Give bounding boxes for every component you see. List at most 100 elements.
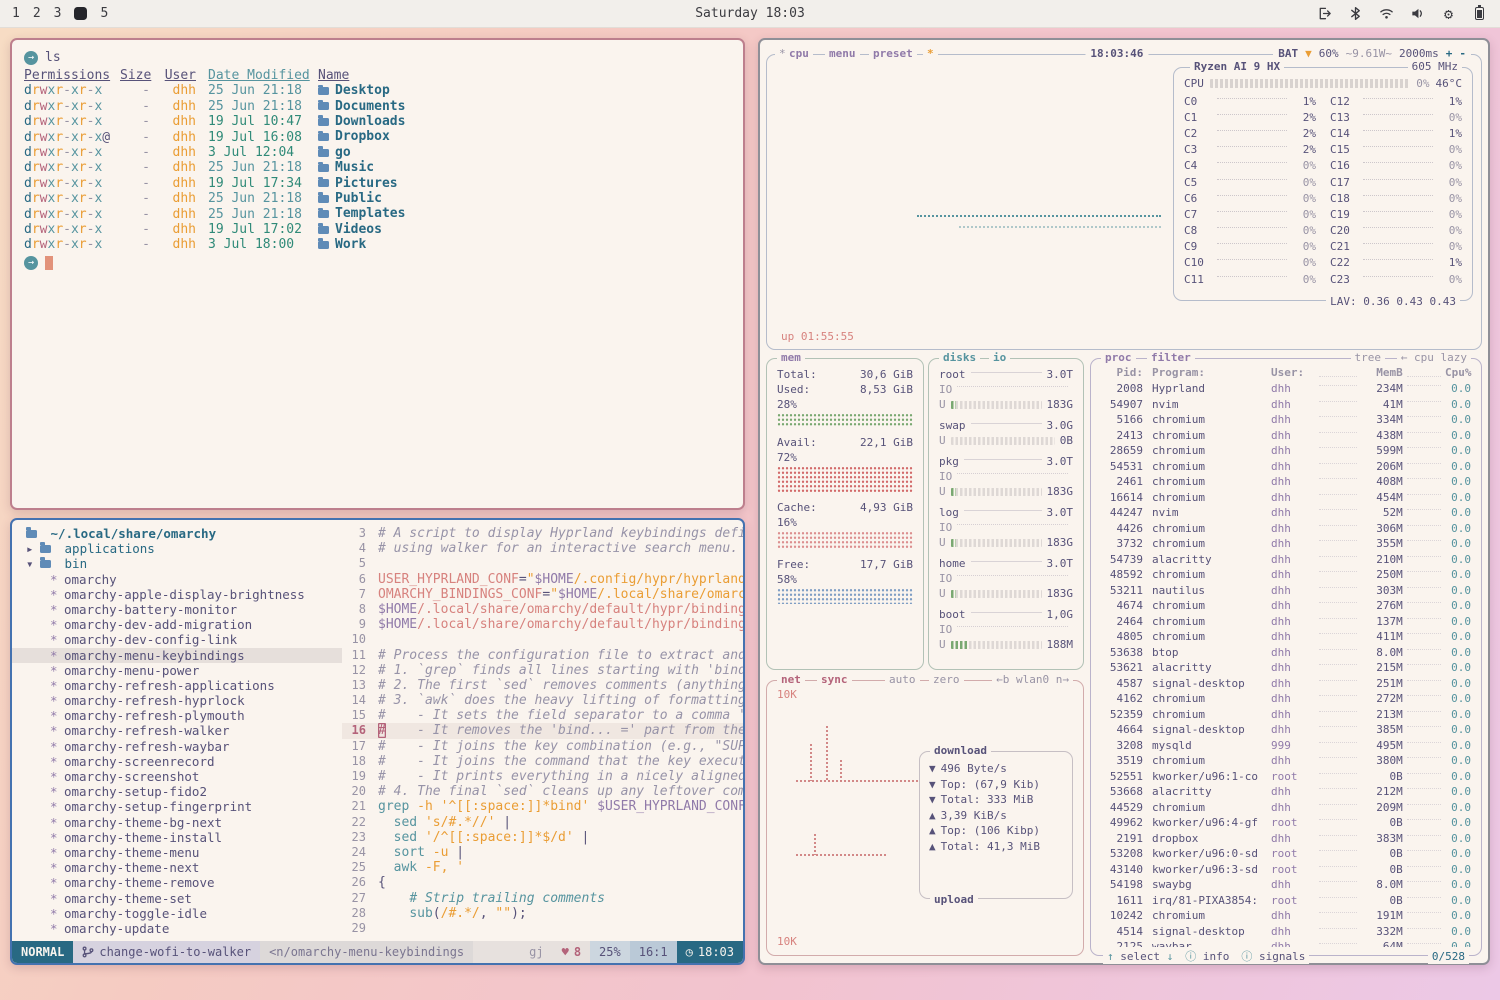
workspace-5[interactable]: 5 <box>100 6 108 21</box>
process-row[interactable]: 53211nautilusdhh303M0.0 <box>1101 583 1471 599</box>
volume-icon[interactable] <box>1409 5 1426 22</box>
tree-item[interactable]: ▾ bin <box>12 556 342 571</box>
tree-item[interactable]: *omarchy <box>12 572 342 587</box>
tree-item[interactable]: *omarchy-battery-monitor <box>12 602 342 617</box>
process-row[interactable]: 28659chromiumdhh599M0.0 <box>1101 443 1471 459</box>
terminal-window[interactable]: → ls PermissionsSizeUserDate ModifiedNam… <box>10 38 745 510</box>
tab-disks[interactable]: disks <box>939 350 980 365</box>
process-row[interactable]: 10242chromiumdhh191M0.0 <box>1101 908 1471 924</box>
process-row[interactable]: 54739alacrittydhh210M0.0 <box>1101 552 1471 568</box>
settings-gear-icon[interactable]: ⚙ <box>1440 5 1457 22</box>
signals-action[interactable]: ⓘ signals <box>1241 949 1305 964</box>
tree-item[interactable]: *omarchy-refresh-walker <box>12 723 342 738</box>
tree-item[interactable]: *omarchy-refresh-waybar <box>12 739 342 754</box>
column-pid[interactable]: Pid: <box>1101 365 1143 380</box>
process-row[interactable]: 53638btopdhh8.0M0.0 <box>1101 645 1471 661</box>
process-row[interactable]: 54198swaybgdhh8.0M0.0 <box>1101 877 1471 893</box>
tab-net[interactable]: net <box>777 672 805 687</box>
workspace-active-indicator[interactable] <box>74 7 87 20</box>
workspace-2[interactable]: 2 <box>33 6 41 21</box>
tree-item[interactable]: *omarchy-apple-display-brightness <box>12 587 342 602</box>
process-row[interactable]: 4805chromiumdhh411M0.0 <box>1101 629 1471 645</box>
process-row[interactable]: 3732chromiumdhh355M0.0 <box>1101 536 1471 552</box>
tab-filter[interactable]: filter <box>1147 350 1195 365</box>
tab-mem[interactable]: mem <box>777 350 805 365</box>
tree-item[interactable]: *omarchy-setup-fingerprint <box>12 799 342 814</box>
process-row[interactable]: 53621alacrittydhh215M0.0 <box>1101 660 1471 676</box>
tree-item[interactable]: *omarchy-theme-menu <box>12 845 342 860</box>
tab-proc[interactable]: proc <box>1101 350 1136 365</box>
prompt-line-current[interactable]: → <box>24 255 731 271</box>
process-row[interactable]: 1611irq/81-PIXA3854:root0B0.0 <box>1101 893 1471 909</box>
process-row[interactable]: 54531chromiumdhh206M0.0 <box>1101 459 1471 475</box>
tree-item[interactable]: *omarchy-refresh-plymouth <box>12 708 342 723</box>
process-row[interactable]: 52551kworker/u96:1-coroot0B0.0 <box>1101 769 1471 785</box>
tab-preset[interactable]: preset <box>869 46 917 61</box>
process-row[interactable]: 5166chromiumdhh334M0.0 <box>1101 412 1471 428</box>
net-option-zero[interactable]: zero <box>929 672 964 687</box>
process-row[interactable]: 54907nvimdhh41M0.0 <box>1101 397 1471 413</box>
column-cpu[interactable]: Cpu% <box>1445 365 1471 380</box>
net-interface-selector[interactable]: ←b wlan0 n→ <box>992 672 1073 687</box>
process-row[interactable]: 16614chromiumdhh454M0.0 <box>1101 490 1471 506</box>
tree-item[interactable]: *omarchy-menu-power <box>12 663 342 678</box>
code-editor[interactable]: 3# A script to display Hyprland keybindi… <box>342 526 743 941</box>
tree-item[interactable]: *omarchy-theme-remove <box>12 875 342 890</box>
editor-window[interactable]: ~/.local/share/omarchy▸ applications▾ bi… <box>10 518 745 965</box>
tree-item[interactable]: *omarchy-theme-install <box>12 830 342 845</box>
process-row[interactable]: 2125waybardhh64M0.0 <box>1101 939 1471 947</box>
tab-menu[interactable]: menu <box>825 46 860 61</box>
tree-item[interactable]: ▸ applications <box>12 541 342 556</box>
process-row[interactable]: 44247nvimdhh52M0.0 <box>1101 505 1471 521</box>
tree-item-selected[interactable]: *omarchy-menu-keybindings <box>12 648 342 663</box>
tree-item[interactable]: *omarchy-theme-bg-next <box>12 815 342 830</box>
tree-root[interactable]: ~/.local/share/omarchy <box>12 526 342 541</box>
tree-item[interactable]: *omarchy-setup-fido2 <box>12 784 342 799</box>
tree-item[interactable]: *omarchy-toggle-idle <box>12 906 342 921</box>
process-row[interactable]: 43140kworker/u96:3-sdroot0B0.0 <box>1101 862 1471 878</box>
process-row[interactable]: 2461chromiumdhh408M0.0 <box>1101 474 1471 490</box>
process-row[interactable]: 2191dropboxdhh383M0.0 <box>1101 831 1471 847</box>
process-row[interactable]: 52359chromiumdhh213M0.0 <box>1101 707 1471 723</box>
logout-icon[interactable] <box>1316 5 1333 22</box>
tab-cpu[interactable]: cpu <box>785 46 813 61</box>
tree-item[interactable]: *omarchy-dev-config-link <box>12 632 342 647</box>
btop-window[interactable]: * cpu menu preset * 18:03:46 BAT ▼ 60% ~… <box>758 38 1490 965</box>
column-user[interactable]: User: <box>1271 365 1315 380</box>
tree-item[interactable]: *omarchy-update <box>12 921 342 936</box>
tree-item[interactable]: *omarchy-theme-next <box>12 860 342 875</box>
workspace-1[interactable]: 1 <box>12 6 20 21</box>
tree-item[interactable]: *omarchy-screenshot <box>12 769 342 784</box>
process-row[interactable]: 2008Hyprlanddhh234M0.0 <box>1101 381 1471 397</box>
process-row[interactable]: 4514signal-desktopdhh332M0.0 <box>1101 924 1471 940</box>
process-row[interactable]: 48592chromiumdhh250M0.0 <box>1101 567 1471 583</box>
tree-item[interactable]: *omarchy-refresh-applications <box>12 678 342 693</box>
process-row[interactable]: 3519chromiumdhh380M0.0 <box>1101 753 1471 769</box>
column-memb[interactable]: MemB <box>1361 365 1403 380</box>
battery-icon[interactable] <box>1471 5 1488 22</box>
process-row[interactable]: 53668alacrittydhh212M0.0 <box>1101 784 1471 800</box>
select-action[interactable]: ↑ select ↓ <box>1107 949 1173 964</box>
process-row[interactable]: 4587signal-desktopdhh251M0.0 <box>1101 676 1471 692</box>
process-row[interactable]: 53208kworker/u96:0-sdroot0B0.0 <box>1101 846 1471 862</box>
tab-io[interactable]: io <box>989 350 1010 365</box>
process-row[interactable]: 2464chromiumdhh137M0.0 <box>1101 614 1471 630</box>
info-action[interactable]: ⓘ info <box>1185 949 1229 964</box>
process-row[interactable]: 49962kworker/u96:4-gfroot0B0.0 <box>1101 815 1471 831</box>
bluetooth-icon[interactable] <box>1347 5 1364 22</box>
tree-item[interactable]: *omarchy-refresh-hyprlock <box>12 693 342 708</box>
tree-item[interactable]: *omarchy-theme-set <box>12 891 342 906</box>
file-tree[interactable]: ~/.local/share/omarchy▸ applications▾ bi… <box>12 526 342 941</box>
net-option-auto[interactable]: auto <box>885 672 920 687</box>
wifi-icon[interactable] <box>1378 5 1395 22</box>
tree-item[interactable]: *omarchy-screenrecord <box>12 754 342 769</box>
tab-sync[interactable]: sync <box>817 672 852 687</box>
workspace-3[interactable]: 3 <box>54 6 62 21</box>
process-row[interactable]: 4426chromiumdhh306M0.0 <box>1101 521 1471 537</box>
process-row[interactable]: 4162chromiumdhh272M0.0 <box>1101 691 1471 707</box>
process-row[interactable]: 2413chromiumdhh438M0.0 <box>1101 428 1471 444</box>
tree-item[interactable]: *omarchy-dev-add-migration <box>12 617 342 632</box>
process-row[interactable]: 3208mysqld999495M0.0 <box>1101 738 1471 754</box>
process-row[interactable]: 4664signal-desktopdhh385M0.0 <box>1101 722 1471 738</box>
process-row[interactable]: 4674chromiumdhh276M0.0 <box>1101 598 1471 614</box>
